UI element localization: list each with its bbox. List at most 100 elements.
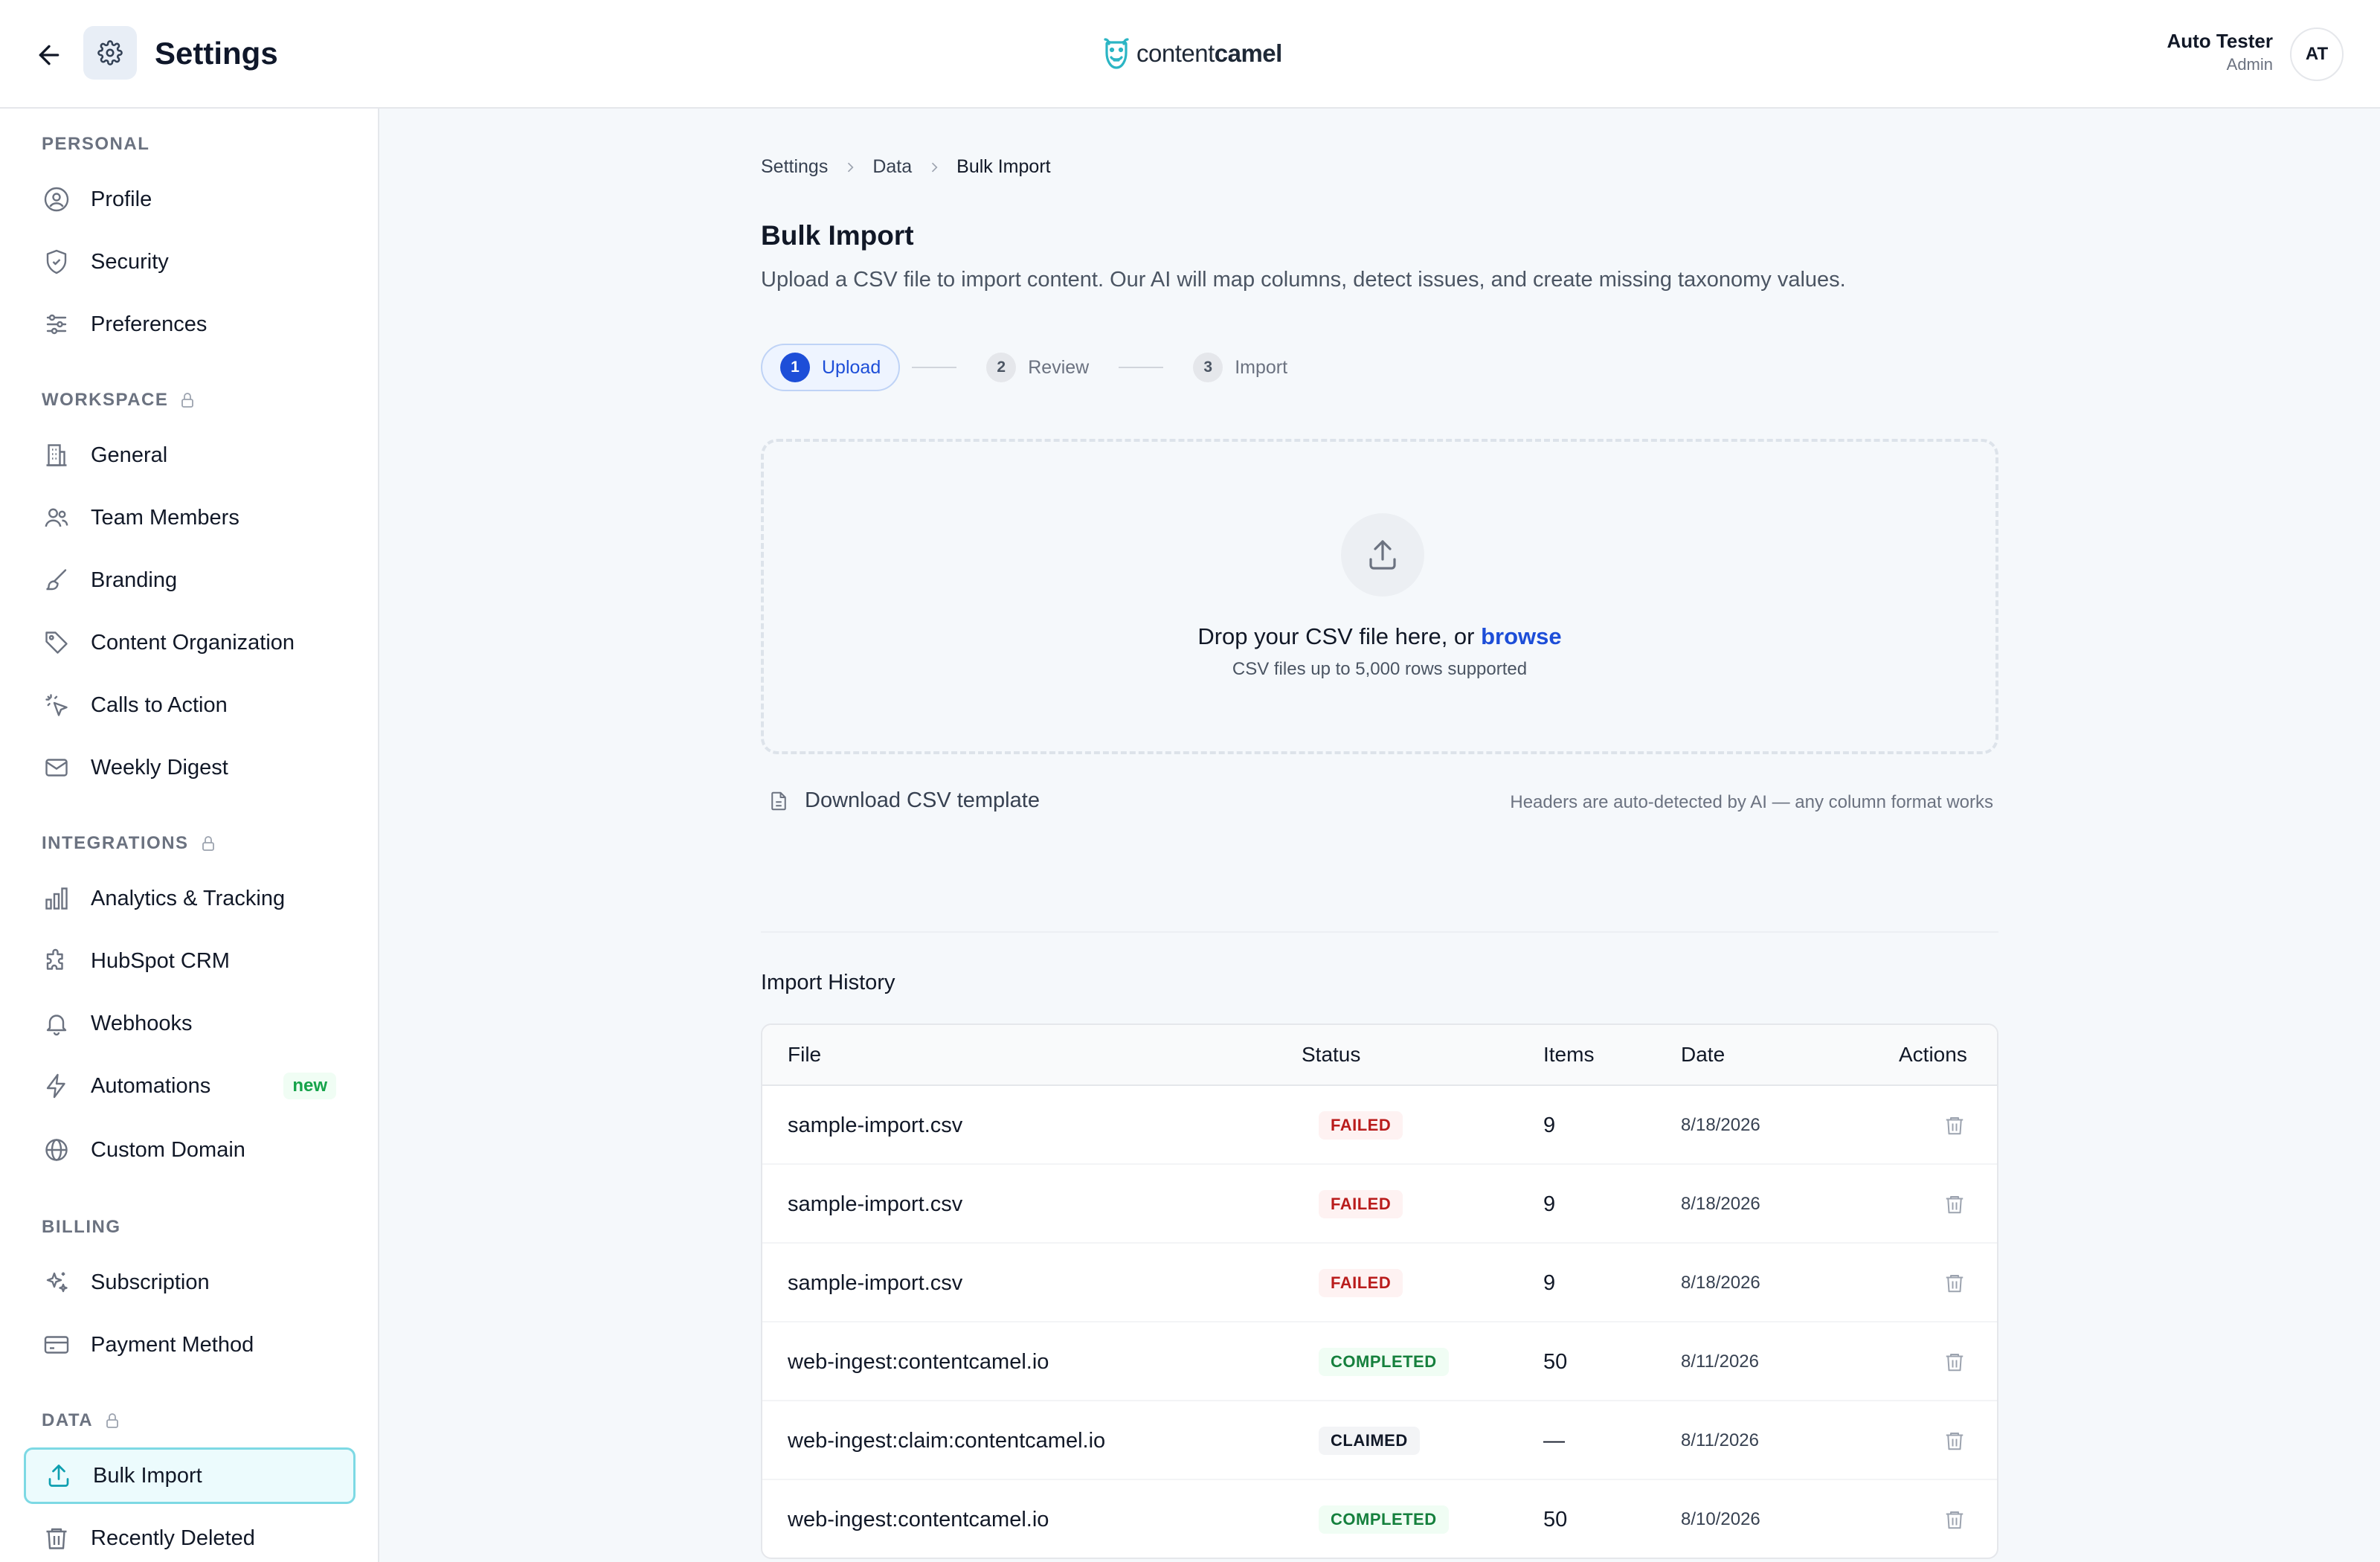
delete-button[interactable] (1943, 1244, 1966, 1322)
sidebar-item-hubspot[interactable]: HubSpot CRM (24, 933, 356, 989)
zap-icon (42, 1071, 71, 1101)
column-header-items: Items (1543, 1043, 1595, 1066)
table-row: sample-import.csv FAILED 9 8/18/2026 (762, 1244, 1997, 1322)
sidebar-item-calls-to-action[interactable]: Calls to Action (24, 677, 356, 733)
table-row: web-ingest:claim:contentcamel.io CLAIMED… (762, 1401, 1997, 1480)
row-date: 8/18/2026 (1681, 1273, 1760, 1293)
sidebar-item-label: General (91, 443, 168, 467)
row-items: 50 (1543, 1349, 1568, 1374)
user-name: Auto Tester (2167, 30, 2273, 52)
step-review[interactable]: 2 Review (968, 344, 1107, 391)
sparkles-icon (42, 1267, 71, 1297)
breadcrumb-settings[interactable]: Settings (761, 156, 828, 178)
step-import[interactable]: 3 Import (1175, 344, 1305, 391)
sidebar-item-bulk-import[interactable]: Bulk Import (24, 1447, 356, 1504)
sidebar-item-weekly-digest[interactable]: Weekly Digest (24, 739, 356, 796)
page-heading: Settings (155, 36, 278, 71)
tag-icon (42, 628, 71, 658)
status-badge: FAILED (1319, 1190, 1403, 1218)
row-items: 9 (1543, 1192, 1556, 1216)
delete-button[interactable] (1943, 1086, 1966, 1165)
delete-button[interactable] (1943, 1401, 1966, 1480)
sidebar-item-label: Automations (91, 1073, 211, 1098)
building-icon (42, 440, 71, 470)
browse-link[interactable]: browse (1481, 623, 1562, 649)
chevron-right-icon (932, 162, 938, 172)
step-number: 1 (780, 353, 810, 382)
delete-button[interactable] (1943, 1322, 1966, 1401)
download-template-link[interactable]: Download CSV template (768, 788, 1040, 813)
sidebar-item-label: HubSpot CRM (91, 948, 230, 973)
globe-icon (42, 1135, 71, 1165)
user-menu[interactable]: Auto Tester Admin (2167, 28, 2273, 76)
sidebar-item-team-members[interactable]: Team Members (24, 489, 356, 546)
upload-icon (1369, 540, 1396, 570)
row-date: 8/10/2026 (1681, 1509, 1760, 1529)
column-header-file: File (788, 1043, 822, 1066)
step-label: Upload (822, 356, 881, 378)
trash-icon (42, 1523, 71, 1553)
back-button[interactable] (30, 36, 68, 74)
sidebar-item-label: Preferences (91, 312, 208, 336)
import-history-table: File Status Items Date Actions sample-im… (761, 1023, 1998, 1559)
sidebar-item-label: Custom Domain (91, 1137, 245, 1162)
section-workspace: WORKSPACE (42, 390, 196, 411)
step-connector (1119, 367, 1164, 368)
delete-button[interactable] (1943, 1480, 1966, 1558)
sidebar-item-automations[interactable]: Automations new (24, 1058, 356, 1114)
sidebar-item-label: Team Members (91, 505, 239, 530)
upload-icon (44, 1461, 74, 1491)
column-header-actions: Actions (1899, 1043, 1967, 1066)
step-number: 3 (1193, 353, 1223, 382)
puzzle-icon (42, 946, 71, 976)
shield-icon (42, 247, 71, 277)
trash-icon (1946, 1511, 1964, 1529)
avatar[interactable]: AT (2290, 28, 2344, 81)
gear-icon (97, 40, 123, 65)
sidebar-item-branding[interactable]: Branding (24, 552, 356, 608)
sidebar-item-custom-domain[interactable]: Custom Domain (24, 1122, 356, 1178)
new-badge: new (283, 1073, 336, 1099)
trash-icon (1946, 1433, 1964, 1450)
sidebar-item-label: Recently Deleted (91, 1526, 255, 1550)
sidebar-item-profile[interactable]: Profile (24, 171, 356, 228)
file-icon (771, 791, 786, 810)
row-status: COMPLETED (1319, 1322, 1449, 1401)
row-file: web-ingest:claim:contentcamel.io (788, 1428, 1106, 1453)
page-subtitle: Upload a CSV file to import content. Our… (761, 268, 1846, 292)
bar-chart-icon (42, 884, 71, 913)
table-header: File Status Items Date Actions (762, 1025, 1997, 1086)
row-file: sample-import.csv (788, 1113, 963, 1137)
sidebar-item-label: Webhooks (91, 1011, 193, 1035)
trash-icon (1946, 1196, 1964, 1214)
sidebar-item-subscription[interactable]: Subscription (24, 1254, 356, 1311)
lock-icon (202, 836, 214, 851)
users-icon (42, 503, 71, 533)
sidebar: PERSONAL Profile Security Preferences WO… (0, 109, 379, 1562)
breadcrumb-data[interactable]: Data (872, 156, 912, 178)
sidebar-item-webhooks[interactable]: Webhooks (24, 995, 356, 1052)
brand-name: contentcamel (1136, 39, 1282, 67)
table-row: web-ingest:contentcamel.io COMPLETED 50 … (762, 1322, 1997, 1401)
dropzone-text: Drop your CSV file here, or browse (1197, 623, 1562, 649)
sliders-icon (42, 309, 71, 339)
sidebar-item-label: Calls to Action (91, 692, 228, 717)
step-upload[interactable]: 1 Upload (761, 344, 901, 391)
lock-icon (106, 1413, 118, 1428)
row-file: sample-import.csv (788, 1270, 963, 1295)
row-status: FAILED (1319, 1165, 1403, 1244)
sidebar-item-analytics[interactable]: Analytics & Tracking (24, 870, 356, 927)
delete-button[interactable] (1943, 1165, 1966, 1244)
row-items: 50 (1543, 1507, 1568, 1532)
sidebar-item-general[interactable]: General (24, 427, 356, 483)
sidebar-item-security[interactable]: Security (24, 234, 356, 290)
sidebar-item-recently-deleted[interactable]: Recently Deleted (24, 1510, 356, 1562)
csv-dropzone[interactable]: Drop your CSV file here, or browse CSV f… (761, 439, 1998, 754)
status-badge: FAILED (1319, 1269, 1403, 1297)
sidebar-item-payment-method[interactable]: Payment Method (24, 1317, 356, 1373)
sidebar-item-preferences[interactable]: Preferences (24, 296, 356, 353)
pointer-click-icon (42, 690, 71, 720)
brand-logo[interactable]: contentcamel (1099, 33, 1282, 74)
sidebar-item-label: Content Organization (91, 630, 295, 655)
sidebar-item-content-organization[interactable]: Content Organization (24, 614, 356, 671)
